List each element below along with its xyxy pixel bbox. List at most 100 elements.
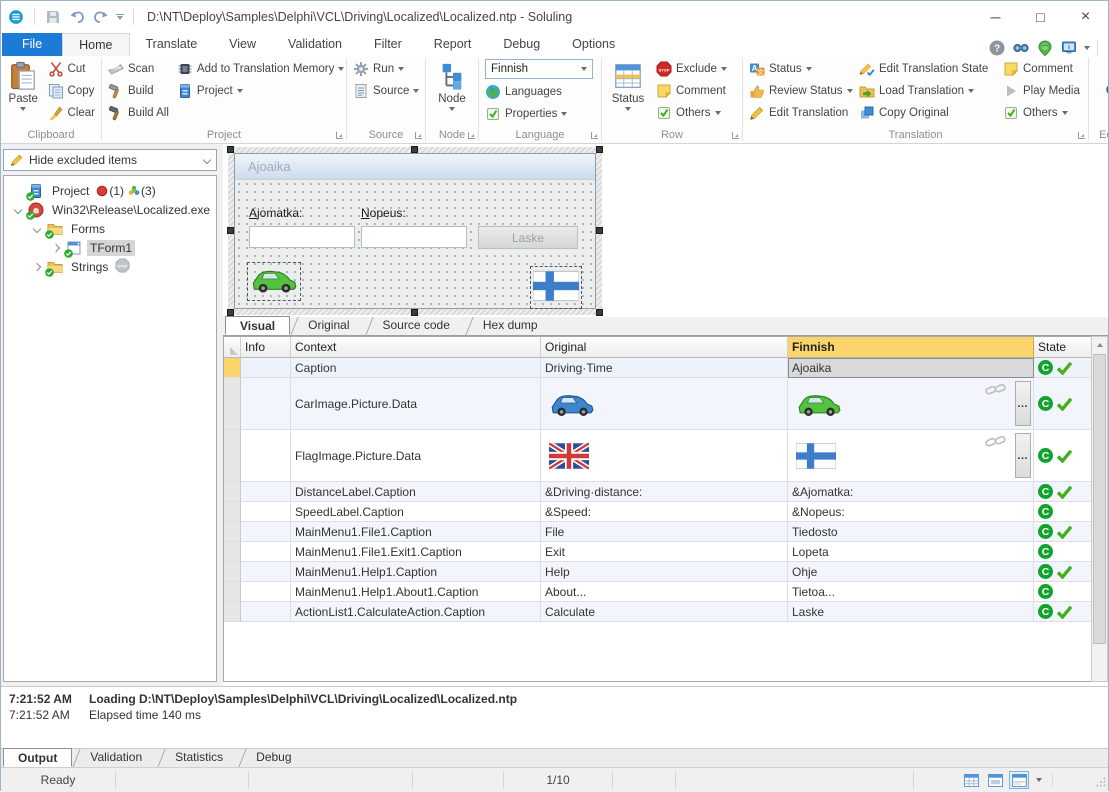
source-button[interactable]: Source	[350, 80, 422, 101]
tree-item-strings[interactable]: Strings STOP	[4, 257, 216, 277]
scan-button[interactable]: Scan	[105, 58, 172, 79]
view-tab-visual[interactable]: Visual	[225, 316, 291, 335]
run-button[interactable]: Run	[350, 58, 422, 79]
context-cell[interactable]: MainMenu1.Help1.Caption	[291, 562, 541, 582]
find-abc-icon[interactable]: ABC	[1104, 82, 1108, 104]
tab-options[interactable]: Options	[556, 33, 631, 56]
table-row[interactable]: CarImage.Picture.Data … C	[224, 378, 1093, 430]
node-button[interactable]: Node	[429, 58, 475, 126]
context-cell[interactable]: FlagImage.Picture.Data	[291, 430, 541, 482]
grid-header-context[interactable]: Context	[291, 337, 541, 358]
tree-expander-icon[interactable]	[31, 224, 43, 233]
context-cell[interactable]: DistanceLabel.Caption	[291, 482, 541, 502]
panel-tab-validation[interactable]: Validation	[72, 748, 157, 767]
view-tab-hex-dump[interactable]: Hex dump	[465, 316, 553, 335]
original-cell[interactable]: &Speed:	[541, 502, 788, 522]
row-comment-button[interactable]: Comment	[653, 80, 730, 101]
help-icon[interactable]: ?	[988, 39, 1005, 56]
table-row[interactable]: ActionList1.CalculateAction.Caption Calcu…	[224, 602, 1093, 622]
translation-cell[interactable]: …	[788, 378, 1034, 430]
edit-translation-state-button[interactable]: Edit Translation State	[856, 58, 998, 79]
table-row[interactable]: MainMenu1.File1.Caption File Tiedosto C	[224, 522, 1093, 542]
context-cell[interactable]: CarImage.Picture.Data	[291, 378, 541, 430]
context-cell[interactable]: MainMenu1.File1.Exit1.Caption	[291, 542, 541, 562]
language-dialog-launcher[interactable]	[591, 132, 598, 139]
translation-others-button[interactable]: Others	[1000, 102, 1083, 123]
tree-item-project[interactable]: Project (1) (3)	[4, 181, 216, 201]
row-indicator[interactable]	[224, 482, 241, 502]
clear-button[interactable]: Clear	[45, 102, 98, 123]
row-others-button[interactable]: Others	[653, 102, 730, 123]
translation-comment-button[interactable]: Comment	[1000, 58, 1083, 79]
copy-button[interactable]: Copy	[45, 80, 98, 101]
grid-vertical-scrollbar[interactable]	[1091, 336, 1108, 682]
form-distance-input[interactable]	[249, 226, 355, 248]
view-tab-source-code[interactable]: Source code	[365, 316, 465, 335]
table-row[interactable]: MainMenu1.File1.Exit1.Caption Exit Lopeta C	[224, 542, 1093, 562]
context-cell[interactable]: MainMenu1.File1.Caption	[291, 522, 541, 542]
build-button[interactable]: Build	[105, 80, 172, 101]
form-flag-image[interactable]	[530, 266, 582, 309]
context-cell[interactable]: ActionList1.CalculateAction.Caption	[291, 602, 541, 622]
context-cell[interactable]: SpeedLabel.Caption	[291, 502, 541, 522]
row-indicator[interactable]	[224, 582, 241, 602]
translation-cell[interactable]: Ajoaika	[788, 358, 1034, 378]
maximize-button[interactable]: □	[1018, 1, 1063, 33]
row-indicator[interactable]	[224, 562, 241, 582]
original-cell[interactable]: Help	[541, 562, 788, 582]
ribbon-options-caret[interactable]	[1084, 45, 1090, 50]
monitor-info-icon[interactable]: i	[1060, 39, 1077, 56]
form-designer[interactable]: Ajoaika Ajomatka: Nopeus: Laske	[227, 146, 603, 316]
filter-combobox[interactable]: Hide excluded items	[3, 149, 217, 171]
grid-header-info[interactable]: Info	[241, 337, 291, 358]
row-indicator[interactable]	[224, 542, 241, 562]
translation-dialog-launcher[interactable]	[1078, 132, 1085, 139]
tab-file[interactable]: File	[2, 33, 63, 56]
cut-button[interactable]: Cut	[45, 58, 98, 79]
view-mode-split-button[interactable]	[985, 771, 1005, 789]
panel-tab-statistics[interactable]: Statistics	[157, 748, 238, 767]
original-cell[interactable]: Exit	[541, 542, 788, 562]
view-mode-stacked-button[interactable]	[1009, 771, 1029, 789]
context-cell[interactable]: Caption	[291, 358, 541, 378]
node-dialog-launcher[interactable]	[468, 132, 475, 139]
translation-cell[interactable]: Lopeta	[788, 542, 1034, 562]
row-indicator[interactable]	[224, 430, 241, 482]
undo-button[interactable]	[68, 8, 86, 26]
redo-button[interactable]	[92, 8, 110, 26]
row-indicator[interactable]	[224, 378, 241, 430]
tree-item-forms[interactable]: Forms	[4, 219, 216, 239]
translation-cell[interactable]: Ohje	[788, 562, 1034, 582]
scroll-up-arrow-icon[interactable]	[1092, 337, 1107, 353]
table-row[interactable]: Caption Driving·Time Ajoaika C	[224, 358, 1093, 378]
ellipsis-button[interactable]: …	[1015, 381, 1031, 426]
play-media-button[interactable]: Play Media	[1000, 80, 1083, 101]
tab-filter[interactable]: Filter	[358, 33, 418, 56]
view-mode-caret[interactable]	[1036, 778, 1042, 782]
tree-item-tform1[interactable]: TForm1	[4, 238, 216, 258]
tab-debug[interactable]: Debug	[487, 33, 556, 56]
table-row[interactable]: MainMenu1.Help1.Caption Help Ohje C	[224, 562, 1093, 582]
tab-report[interactable]: Report	[418, 33, 488, 56]
language-combobox[interactable]: Finnish	[485, 59, 593, 79]
view-tab-original[interactable]: Original	[290, 316, 364, 335]
tree-expander-icon[interactable]	[31, 262, 43, 271]
copy-original-button[interactable]: Copy Original	[856, 102, 998, 123]
grid-header-state[interactable]: State	[1034, 337, 1093, 358]
row-indicator[interactable]	[224, 502, 241, 522]
project-dialog-launcher[interactable]	[336, 132, 343, 139]
translation-cell[interactable]: &Nopeus:	[788, 502, 1034, 522]
translation-cell[interactable]: Laske	[788, 602, 1034, 622]
translation-cell[interactable]: …	[788, 430, 1034, 482]
language-properties-button[interactable]: Properties	[482, 103, 593, 124]
row-indicator[interactable]	[224, 602, 241, 622]
add-to-translation-memory-button[interactable]: Add to Translation Memory	[174, 58, 347, 79]
original-cell[interactable]	[541, 430, 788, 482]
original-cell[interactable]	[541, 378, 788, 430]
original-cell[interactable]: Calculate	[541, 602, 788, 622]
table-row[interactable]: SpeedLabel.Caption &Speed: &Nopeus: C	[224, 502, 1093, 522]
tab-view[interactable]: View	[213, 33, 272, 56]
review-status-button[interactable]: Review Status	[746, 80, 854, 101]
form-speed-input[interactable]	[361, 226, 467, 248]
translation-cell[interactable]: Tiedosto	[788, 522, 1034, 542]
